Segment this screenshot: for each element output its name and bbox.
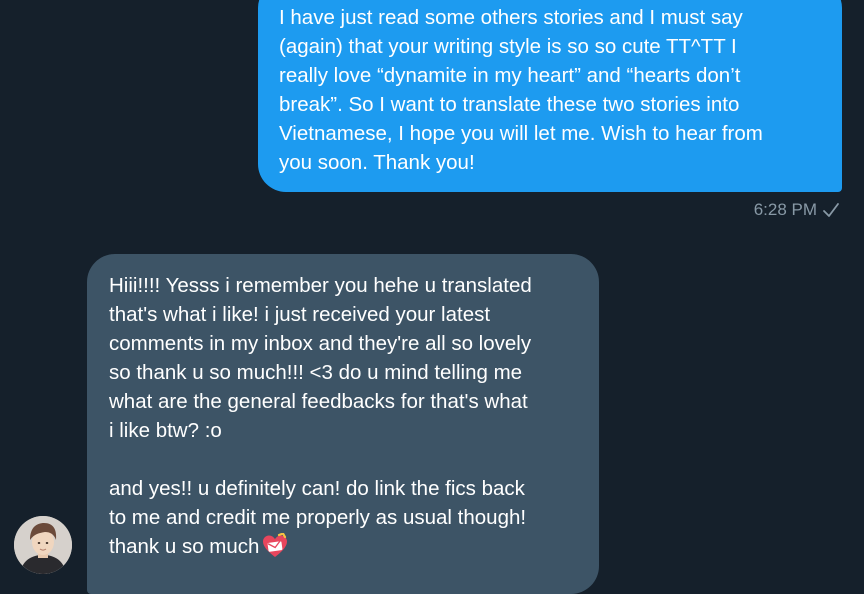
received-message-text: Hiii!!!! Yesss i remember you hehe u tra… bbox=[109, 271, 579, 567]
checkmark-icon bbox=[822, 201, 840, 219]
received-message-bubble[interactable]: Hiii!!!! Yesss i remember you hehe u tra… bbox=[87, 254, 599, 594]
message-timestamp-row: 6:28 PM bbox=[754, 198, 840, 222]
message-time: 6:28 PM bbox=[753, 200, 817, 219]
sent-message-text: I have just read some others stories and… bbox=[279, 6, 763, 174]
sender-avatar[interactable] bbox=[14, 516, 72, 574]
received-message-body: Hiii!!!! Yesss i remember you hehe u tra… bbox=[109, 274, 532, 558]
sent-message-bubble[interactable]: I have just read some others stories and… bbox=[258, 0, 842, 192]
love-letter-icon bbox=[261, 532, 289, 567]
